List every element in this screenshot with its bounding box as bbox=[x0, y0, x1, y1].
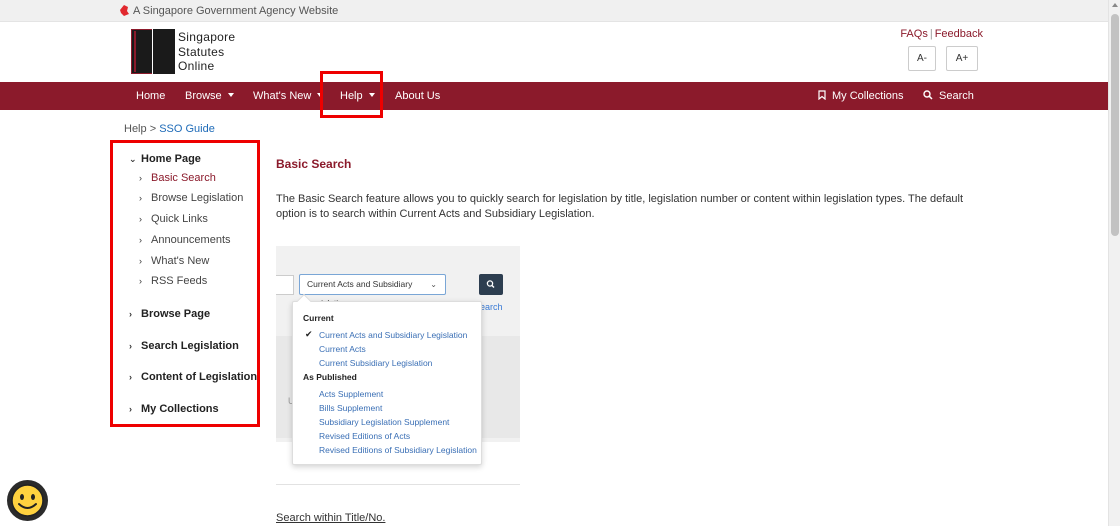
government-agency-text: A Singapore Government Agency Website bbox=[133, 5, 339, 17]
chevron-down-icon: ⌄ bbox=[430, 280, 437, 289]
chatbot-button[interactable] bbox=[7, 480, 48, 521]
dropdown-option: Acts Supplement bbox=[319, 389, 384, 399]
sidebar-item-whats-new[interactable]: › What's New bbox=[139, 255, 209, 267]
illustration-search-button bbox=[479, 274, 503, 295]
chevron-right-icon: › bbox=[139, 214, 142, 224]
sidebar-home-page[interactable]: ⌄ Home Page bbox=[129, 153, 201, 165]
logo-mark-left bbox=[131, 29, 152, 74]
dropdown-option: Bills Supplement bbox=[319, 403, 383, 413]
chevron-right-icon: › bbox=[139, 276, 142, 286]
dropdown-option: Revised Editions of Acts bbox=[319, 431, 411, 441]
illustration-search-input bbox=[276, 275, 294, 295]
breadcrumb-help: Help bbox=[124, 123, 147, 135]
chevron-down-icon: ⌄ bbox=[129, 154, 137, 164]
help-highlight-box bbox=[320, 71, 383, 118]
nav-my-collections[interactable]: My Collections bbox=[818, 82, 904, 110]
illustration-advanced-search-link: earch bbox=[480, 302, 503, 312]
page-scrollbar[interactable] bbox=[1108, 0, 1120, 526]
sidebar-item-announcements[interactable]: › Announcements bbox=[139, 234, 231, 246]
main-navigation: Home Browse What's New Help About Us My … bbox=[0, 82, 1108, 110]
government-agency-banner: A Singapore Government Agency Website bbox=[0, 0, 1108, 22]
nav-browse[interactable]: Browse bbox=[185, 82, 234, 110]
sidebar-search-legislation[interactable]: › Search Legislation bbox=[129, 340, 239, 352]
sidebar-browse-page[interactable]: › Browse Page bbox=[129, 308, 210, 320]
sidebar-my-collections[interactable]: › My Collections bbox=[129, 403, 219, 415]
font-size-controls: A- A+ bbox=[908, 46, 978, 71]
chevron-right-icon: › bbox=[139, 193, 142, 203]
breadcrumb: Help > SSO Guide bbox=[124, 123, 215, 135]
breadcrumb-sso-guide[interactable]: SSO Guide bbox=[159, 123, 215, 135]
illustration-dropdown-menu: Current ✔ Current Acts and Subsidiary Le… bbox=[292, 293, 482, 465]
dropdown-option: Current Acts and Subsidiary Legislation bbox=[319, 330, 468, 340]
bookmark-icon bbox=[818, 90, 826, 101]
dropdown-group-as-published: As Published bbox=[303, 372, 357, 382]
scroll-up-arrow-icon[interactable] bbox=[1112, 3, 1118, 7]
sidebar-item-quick-links[interactable]: › Quick Links bbox=[139, 213, 208, 225]
feedback-link[interactable]: Feedback bbox=[935, 28, 983, 40]
decrease-font-button[interactable]: A- bbox=[908, 46, 936, 71]
dropdown-group-current: Current bbox=[303, 313, 334, 323]
faqs-link[interactable]: FAQs bbox=[900, 28, 928, 40]
scrollbar-thumb[interactable] bbox=[1111, 14, 1119, 236]
nav-whats-new[interactable]: What's New bbox=[253, 82, 324, 110]
nav-about-us[interactable]: About Us bbox=[395, 82, 440, 110]
logo-mark-right bbox=[153, 29, 175, 74]
chevron-right-icon: › bbox=[139, 173, 142, 183]
smiley-face-icon bbox=[11, 484, 44, 517]
search-icon bbox=[923, 90, 933, 100]
caret-down-icon bbox=[227, 93, 234, 98]
logo-text: Singapore Statutes Online bbox=[178, 30, 236, 73]
chevron-right-icon: › bbox=[129, 309, 132, 319]
search-icon bbox=[486, 280, 495, 288]
chevron-right-icon: › bbox=[139, 235, 142, 245]
search-within-title-link[interactable]: Search within Title/No. bbox=[276, 512, 385, 524]
illustration-legislation-type-select: Current Acts and Subsidiary Legislation … bbox=[299, 274, 446, 308]
dropdown-option: Subsidiary Legislation Supplement bbox=[319, 417, 450, 427]
divider bbox=[276, 484, 520, 485]
sidebar-content-of-legislation[interactable]: › Content of Legislation bbox=[129, 371, 257, 383]
sidebar-item-browse-legislation[interactable]: › Browse Legislation bbox=[139, 192, 243, 204]
page-title: Basic Search bbox=[276, 157, 352, 171]
sidebar-item-basic-search[interactable]: › Basic Search bbox=[139, 172, 216, 184]
chevron-right-icon: › bbox=[129, 341, 132, 351]
nav-home[interactable]: Home bbox=[136, 82, 165, 110]
nav-search[interactable]: Search bbox=[923, 82, 974, 110]
sso-logo[interactable]: Singapore Statutes Online bbox=[131, 29, 251, 74]
increase-font-button[interactable]: A+ bbox=[946, 46, 978, 71]
dropdown-option: Revised Editions of Subsidiary Legislati… bbox=[319, 445, 477, 455]
chevron-right-icon: › bbox=[129, 372, 132, 382]
dropdown-option: Current Subsidiary Legislation bbox=[319, 358, 433, 368]
page-description: The Basic Search feature allows you to q… bbox=[276, 193, 964, 220]
chevron-right-icon: › bbox=[139, 256, 142, 266]
chevron-right-icon: › bbox=[129, 404, 132, 414]
dropdown-option: Current Acts bbox=[319, 344, 366, 354]
sidebar-item-rss-feeds[interactable]: › RSS Feeds bbox=[139, 275, 207, 287]
lion-head-icon bbox=[120, 5, 129, 16]
check-icon: ✔ bbox=[305, 329, 313, 339]
header-links: FAQs | Feedback bbox=[900, 28, 983, 40]
